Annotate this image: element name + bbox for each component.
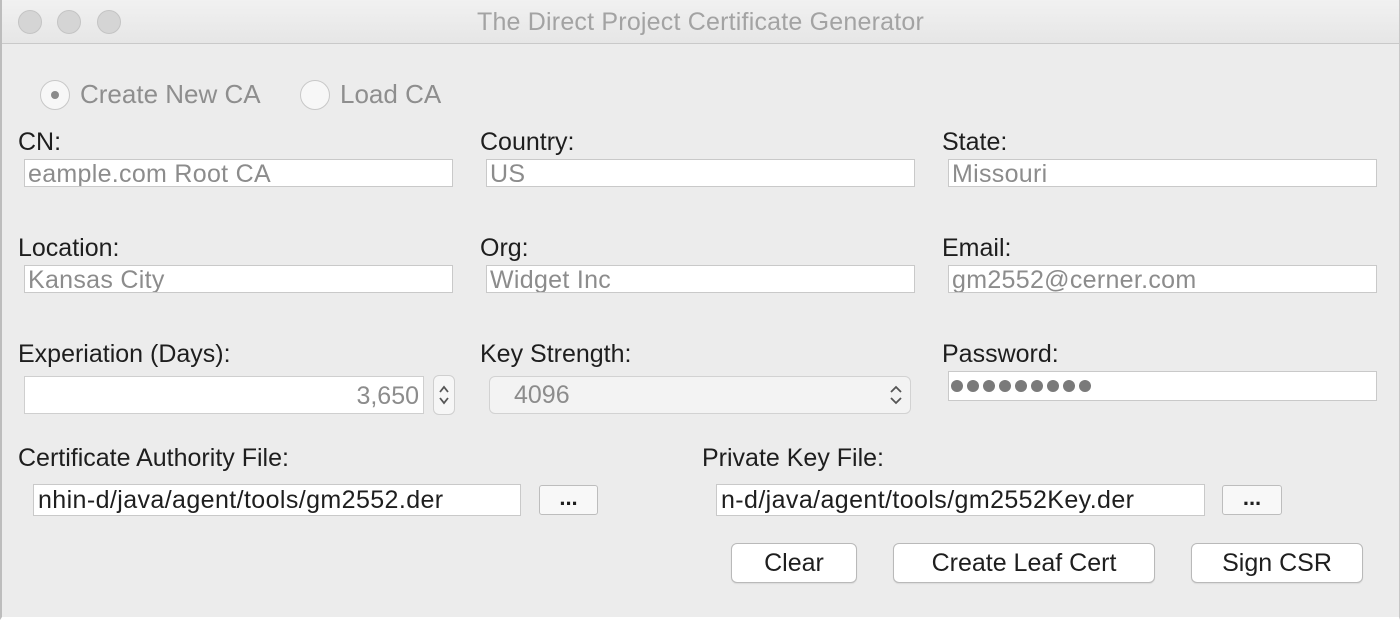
- org-field[interactable]: Widget Inc: [486, 265, 915, 293]
- title-bar: The Direct Project Certificate Generator: [2, 0, 1399, 44]
- key-file-field[interactable]: n-d/java/agent/tools/gm2552Key.der: [716, 484, 1205, 516]
- ca-file-label: Certificate Authority File:: [18, 444, 289, 472]
- clear-button[interactable]: Clear: [731, 543, 857, 583]
- sign-csr-button[interactable]: Sign CSR: [1191, 543, 1363, 583]
- key-file-label: Private Key File:: [702, 444, 885, 472]
- country-label: Country:: [480, 128, 575, 156]
- expiration-label: Experiation (Days):: [18, 340, 231, 368]
- email-field[interactable]: gm2552@cerner.com: [948, 265, 1377, 293]
- ca-file-field[interactable]: nhin-d/java/agent/tools/gm2552.der: [33, 484, 521, 516]
- cn-field[interactable]: eample.com Root CA: [24, 159, 453, 187]
- location-field[interactable]: Kansas City: [24, 265, 453, 293]
- create-new-ca-label: Create New CA: [80, 79, 261, 109]
- cn-label: CN:: [18, 128, 62, 156]
- key-strength-label: Key Strength:: [480, 340, 632, 368]
- location-label: Location:: [18, 234, 120, 262]
- org-label: Org:: [480, 234, 529, 262]
- ca-file-path: nhin-d/java/agent/tools/gm2552.der: [38, 486, 444, 514]
- radio-selected-icon[interactable]: [40, 79, 70, 110]
- chevron-updown-icon: [890, 385, 902, 405]
- create-leaf-cert-button[interactable]: Create Leaf Cert: [893, 543, 1155, 583]
- country-field[interactable]: US: [486, 159, 915, 187]
- load-ca-label: Load CA: [340, 79, 442, 109]
- key-file-path: n-d/java/agent/tools/gm2552Key.der: [721, 486, 1135, 514]
- load-ca-radio[interactable]: Load CA: [300, 79, 441, 110]
- main-panel: Create New CA Load CA CN: eample.com Roo…: [2, 46, 1399, 617]
- email-label: Email:: [942, 234, 1012, 262]
- stepper-arrows-icon[interactable]: [434, 376, 454, 414]
- state-field[interactable]: Missouri: [948, 159, 1377, 187]
- key-strength-select[interactable]: 4096: [489, 376, 911, 414]
- password-label: Password:: [942, 340, 1059, 368]
- create-new-ca-radio[interactable]: Create New CA: [40, 79, 261, 110]
- expiration-spinner-field[interactable]: 3,650: [24, 376, 424, 414]
- password-field[interactable]: [948, 371, 1377, 401]
- key-strength-value: 4096: [514, 381, 570, 409]
- app-window: The Direct Project Certificate Generator…: [0, 0, 1400, 620]
- expiration-stepper[interactable]: [433, 375, 455, 415]
- radio-unselected-icon[interactable]: [300, 79, 330, 110]
- password-mask: [951, 374, 1095, 398]
- ca-file-browse-button[interactable]: ...: [539, 485, 598, 515]
- key-file-browse-button[interactable]: ...: [1222, 485, 1282, 515]
- state-label: State:: [942, 128, 1008, 156]
- window-title: The Direct Project Certificate Generator: [476, 8, 925, 36]
